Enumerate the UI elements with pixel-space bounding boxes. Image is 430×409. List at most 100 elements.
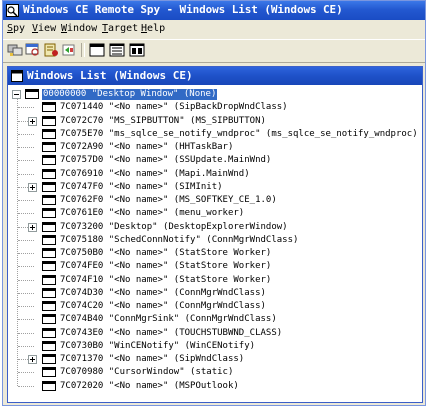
tree-node[interactable]: 7C075E70 "ms_sqlce_se_notify_wndproc" (m… (8, 128, 422, 141)
properties-icon[interactable] (43, 42, 59, 58)
title-bar[interactable]: Windows CE Remote Spy - Windows List (Wi… (3, 1, 425, 20)
toolbar (3, 39, 425, 63)
window-icon (42, 234, 56, 245)
tree-node[interactable]: 7C072A90 "<No name>" (HHTaskBar) (8, 141, 422, 154)
window-icon (42, 327, 56, 338)
window-icon (42, 301, 56, 311)
tree-node[interactable]: 7C0730B0 "WinCENotify" (WinCENotify) (8, 340, 422, 353)
tree-node[interactable]: 7C074B40 "ConnMgrSink" (ConnMgrWndClass) (8, 313, 422, 326)
menu-window[interactable]: Window (61, 23, 97, 34)
window-icon (42, 287, 56, 298)
tree-node-label: 7C076910 "<No name>" (Mapi.MainWnd) (60, 168, 250, 179)
connect-icon[interactable] (7, 42, 23, 58)
main-window: Windows CE Remote Spy - Windows List (Wi… (2, 0, 426, 406)
tree-node[interactable]: 7C073200 "Desktop" (DesktopExplorerWindo… (8, 221, 422, 234)
menu-bar: Spy View Window Target Help (3, 20, 425, 37)
expand-button[interactable] (28, 355, 37, 364)
tree-node-label: 7C0761E0 "<No name>" (menu_worker) (60, 208, 245, 219)
tree-node[interactable]: 7C072C70 "MS_SIPBUTTON" (MS_SIPBUTTON) (8, 115, 422, 128)
find-window-icon[interactable] (25, 42, 41, 58)
tree-node-label: 7C074FE0 "<No name>" (StatStore Worker) (60, 261, 272, 272)
options-icon[interactable] (129, 42, 145, 58)
window-icon (42, 155, 56, 166)
messages-icon[interactable] (109, 42, 125, 58)
tree-node[interactable]: 7C0747F0 "<No name>" (SIMInit) (8, 181, 422, 194)
tree-node-label: 7C0757D0 "<No name>" (SSUpdate.MainWnd) (60, 155, 272, 166)
tree-node-label: 7C0750B0 "<No name>" (StatStore Worker) (60, 248, 272, 258)
menu-label: indow (67, 23, 98, 34)
window-icon (42, 340, 56, 351)
window-icon (42, 208, 56, 219)
child-window-title: Windows List (Windows CE) (27, 69, 193, 82)
window-icon (42, 248, 56, 258)
window-icon (42, 314, 56, 325)
tree-node[interactable]: 7C074F10 "<No name>" (StatStore Worker) (8, 274, 422, 287)
window-icon (42, 195, 56, 205)
window-icon (42, 142, 56, 152)
tree-node-label: 7C0730B0 "WinCENotify" (WinCENotify) (60, 340, 256, 351)
tree-node-label: 7C073200 "Desktop" (DesktopExplorerWindo… (60, 221, 288, 232)
window-icon (42, 115, 56, 126)
tree-node[interactable]: 7C076910 "<No name>" (Mapi.MainWnd) (8, 168, 422, 181)
tree-node-label: 7C072A90 "<No name>" (HHTaskBar) (60, 142, 234, 152)
tree-node-label: 7C074C20 "<No name>" (ConnMgrWndClass) (60, 301, 266, 311)
window-title: Windows CE Remote Spy - Windows List (Wi… (23, 3, 343, 16)
window-icon (42, 181, 56, 192)
child-title-bar[interactable]: Windows List (Windows CE) (8, 67, 422, 85)
tree-node-label: 7C072C70 "MS_SIPBUTTON" (MS_SIPBUTTON) (60, 115, 266, 126)
window-icon (42, 354, 56, 364)
menu-spy[interactable]: Spy (7, 23, 25, 34)
tree-node[interactable]: 7C0743E0 "<No name>" (TOUCHSTUBWND_CLASS… (8, 327, 422, 340)
expand-button[interactable] (28, 116, 37, 126)
tree-node[interactable]: 7C070980 "CursorWindow" (static) (8, 366, 422, 379)
window-icon (42, 367, 56, 378)
collapse-button[interactable] (12, 90, 21, 99)
tree-node[interactable]: 7C0761E0 "<No name>" (menu_worker) (8, 207, 422, 220)
tree-node[interactable]: 7C071370 "<No name>" (SipWndClass) (8, 353, 422, 366)
menu-label: elp (147, 23, 166, 34)
window-icon (42, 221, 56, 232)
window-icon (42, 261, 56, 272)
mdi-client-area: Windows List (Windows CE) 00000000 "Desk… (3, 64, 425, 405)
tree-node-label: 7C0762F0 "<No name>" (MS_SOFTKEY_CE_1.0) (60, 195, 277, 205)
tree-node-label: 7C074D30 "<No name>" (ConnMgrWndClass) (60, 287, 266, 298)
tree-node-label: 7C070980 "CursorWindow" (static) (60, 367, 234, 378)
menu-view[interactable]: View (32, 23, 56, 34)
tree-root-node[interactable]: 00000000 "Desktop Window" (None) (8, 88, 422, 101)
window-icon (42, 102, 56, 113)
tree-node[interactable]: 7C074C20 "<No name>" (ConnMgrWndClass) (8, 300, 422, 313)
menu-help[interactable]: Help (141, 23, 165, 34)
window-icon (42, 274, 56, 285)
window-list-icon[interactable] (89, 42, 105, 58)
tree-node-label: 00000000 "Desktop Window" (None) (42, 89, 218, 100)
window-icon (42, 128, 56, 139)
menu-label: iew (38, 23, 57, 34)
tree-node-label: 7C075180 "SchedConnNotify" (ConnMgrWndCl… (60, 234, 299, 245)
window-icon (25, 89, 39, 99)
tree-node[interactable]: 7C0757D0 "<No name>" (SSUpdate.MainWnd) (8, 154, 422, 167)
menu-target[interactable]: Target (102, 23, 138, 34)
window-icon (42, 380, 56, 391)
refresh-icon[interactable] (61, 42, 77, 58)
tree-node[interactable]: 7C072020 "<No name>" (MSPOutlook) (8, 380, 422, 393)
tree-node[interactable]: 7C074D30 "<No name>" (ConnMgrWndClass) (8, 287, 422, 300)
expand-button[interactable] (28, 222, 37, 232)
tree-node-label: 7C071440 "<No name>" (SipBackDropWndClas… (60, 102, 288, 113)
tree-node[interactable]: 7C075180 "SchedConnNotify" (ConnMgrWndCl… (8, 234, 422, 247)
expand-button[interactable] (28, 182, 37, 192)
menu-label: py (13, 23, 26, 34)
tree-node-label: 7C075E70 "ms_sqlce_se_notify_wndproc" (m… (60, 128, 418, 139)
tree-node[interactable]: 7C0762F0 "<No name>" (MS_SOFTKEY_CE_1.0) (8, 194, 422, 207)
tree-node[interactable]: 7C074FE0 "<No name>" (StatStore Worker) (8, 260, 422, 273)
windows-tree-view[interactable]: 00000000 "Desktop Window" (None) 7C071440… (8, 86, 422, 402)
tree-node[interactable]: 7C0750B0 "<No name>" (StatStore Worker) (8, 247, 422, 260)
tree-node-label: 7C074B40 "ConnMgrSink" (ConnMgrWndClass) (60, 314, 277, 325)
tree-node-label: 7C074F10 "<No name>" (StatStore Worker) (60, 274, 272, 285)
tree-node-label: 7C072020 "<No name>" (MSPOutlook) (60, 380, 239, 391)
tree-node-label: 7C071370 "<No name>" (SipWndClass) (60, 354, 245, 364)
window-icon (42, 168, 56, 179)
remote-spy-app-icon (6, 4, 19, 17)
windows-list-child-window: Windows List (Windows CE) 00000000 "Desk… (7, 66, 423, 403)
window-list-icon (11, 70, 23, 82)
tree-node[interactable]: 7C071440 "<No name>" (SipBackDropWndClas… (8, 101, 422, 114)
